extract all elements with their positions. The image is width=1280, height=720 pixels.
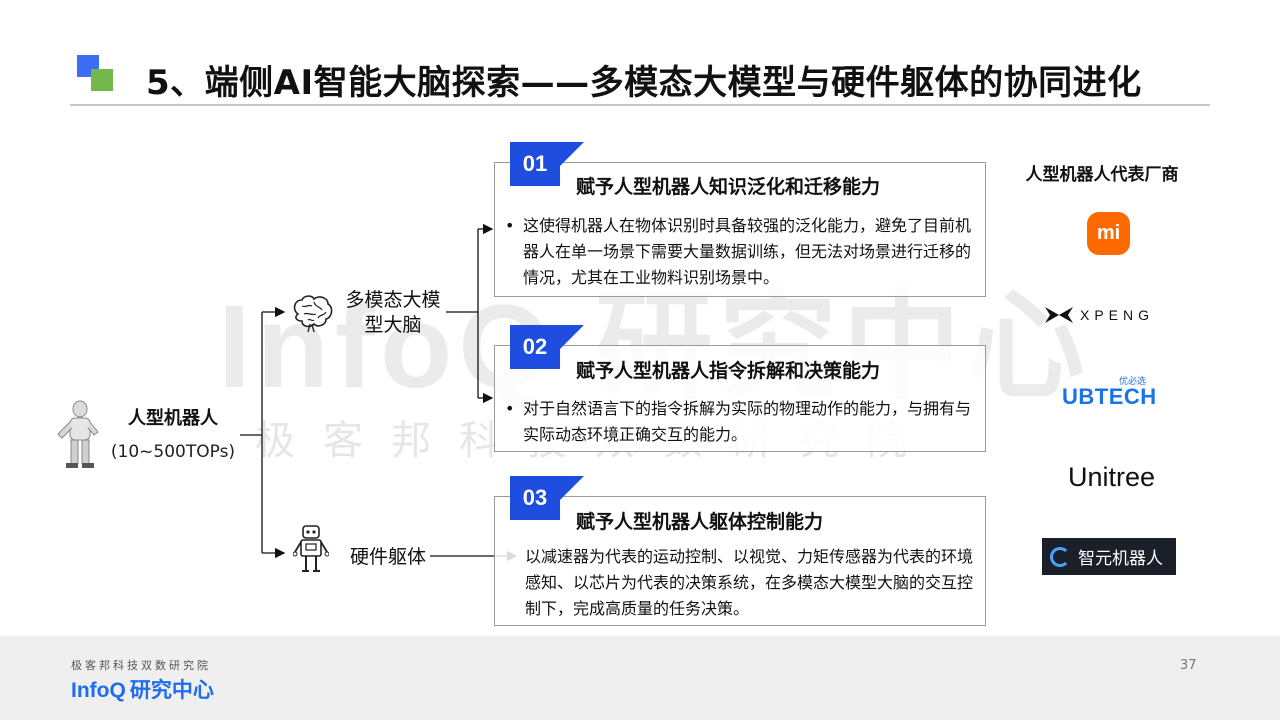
card-number-badge: 03 [510,476,584,526]
card-bullet-text: 这使得机器人在物体识别时具备较强的泛化能力，避免了目前机器人在单一场景下需要大量… [523,216,972,287]
card-title: 赋予人型机器人躯体控制能力 [576,511,824,533]
card-number: 01 [510,142,560,186]
card-title: 赋予人型机器人指令拆解和决策能力 [576,360,881,382]
humanoid-robot-icon [52,400,104,470]
card-number-badge: 01 [510,142,584,192]
card-bullet-text: 对于自然语言下的指令拆解为实际的物理动作的能力，与拥有与实际动态环境正确交互的能… [523,399,972,444]
body-branch-label: 硬件躯体 [350,546,427,568]
card-bullet: 以减速器为代表的运动控制、以视觉、力矩传感器为代表的环境感知、以芯片为代表的决策… [507,544,977,622]
card-bullet: • 对于自然语言下的指令拆解为实际的物理动作的能力，与拥有与实际动态环境正确交互… [505,396,975,448]
robot-icon [292,524,330,574]
root-node: 人型机器人 (10~500TOPs) [108,404,238,462]
brain-icon [290,294,334,334]
card-bullet-text: 以减速器为代表的运动控制、以视觉、力矩传感器为代表的环境感知、以芯片为代表的决策… [525,547,974,618]
card-number-badge: 02 [510,325,584,375]
card-number: 02 [510,325,560,369]
root-name: 人型机器人 [128,408,218,429]
brain-branch-label: 多模态大模型大脑 [345,289,441,336]
root-tops: (10~500TOPs) [110,442,236,462]
card-number: 03 [510,476,560,520]
card-title: 赋予人型机器人知识泛化和迁移能力 [576,176,881,198]
card-bullet: • 这使得机器人在物体识别时具备较强的泛化能力，避免了目前机器人在单一场景下需要… [505,213,975,291]
